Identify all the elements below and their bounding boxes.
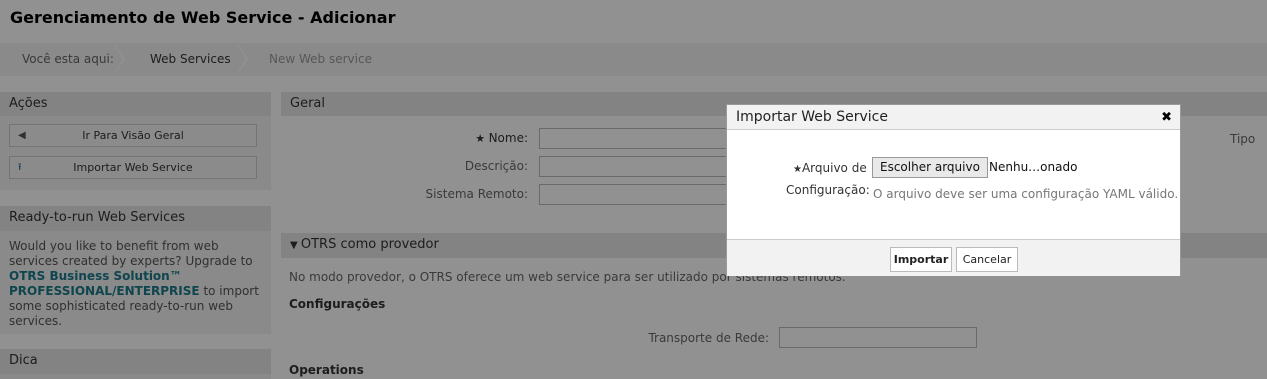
choose-file-button[interactable]: Escolher arquivo xyxy=(872,157,988,178)
dialog-footer: Importar Cancelar xyxy=(727,239,1180,276)
config-file-label-line2: Configuração: xyxy=(786,183,870,197)
close-icon[interactable]: ✖ xyxy=(1161,110,1172,125)
file-hint: O arquivo deve ser uma configuração YAML… xyxy=(873,187,1179,201)
config-file-label: ★Arquivo de xyxy=(793,161,867,175)
import-button[interactable]: Importar xyxy=(890,247,952,272)
dialog-title: Importar Web Service xyxy=(727,105,1180,130)
cancel-button[interactable]: Cancelar xyxy=(956,247,1018,272)
file-status: Nenhu…onado xyxy=(989,160,1078,174)
import-dialog: Importar Web Service ✖ ★Arquivo de Confi… xyxy=(726,104,1181,276)
